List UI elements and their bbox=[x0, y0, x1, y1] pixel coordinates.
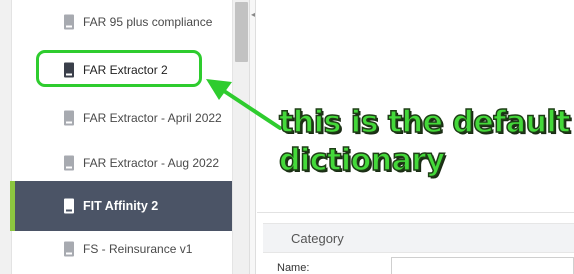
details-panel: Category Name: bbox=[257, 212, 574, 274]
scrollbar-thumb[interactable] bbox=[235, 2, 248, 62]
book-icon bbox=[64, 198, 74, 214]
book-icon bbox=[64, 155, 74, 171]
annotation-line-1: this is the default bbox=[278, 104, 571, 141]
dictionary-item-far-extractor-april[interactable]: FAR Extractor - April 2022 bbox=[12, 93, 232, 143]
book-icon bbox=[64, 110, 74, 126]
sidebar-edge bbox=[0, 0, 12, 274]
category-header[interactable]: Category bbox=[263, 223, 574, 253]
dictionary-item-label: FAR Extractor - April 2022 bbox=[83, 111, 222, 125]
dictionary-item-label: FAR Extractor 2 bbox=[83, 63, 168, 77]
category-label: Category bbox=[291, 231, 344, 246]
book-icon bbox=[64, 14, 74, 30]
collapse-arrow-icon[interactable]: ◂ bbox=[251, 10, 255, 20]
book-icon bbox=[64, 241, 74, 257]
name-input[interactable] bbox=[391, 257, 574, 274]
name-label: Name: bbox=[277, 262, 310, 274]
dictionary-item-far-95[interactable]: FAR 95 plus compliance bbox=[12, 0, 232, 47]
dictionary-item-label: FS - Reinsurance v1 bbox=[83, 242, 193, 256]
dictionary-item-far-extractor-2[interactable]: FAR Extractor 2 bbox=[12, 45, 232, 95]
sidebar-scrollbar[interactable] bbox=[232, 0, 249, 274]
dictionary-item-fs-reinsurance[interactable]: FS - Reinsurance v1 bbox=[12, 224, 232, 274]
annotation-line-2: dictionary bbox=[278, 142, 446, 179]
dictionary-sidebar: FAR 95 plus compliance FAR Extractor 2 F… bbox=[0, 0, 232, 274]
dictionary-item-label: FAR Extractor - Aug 2022 bbox=[83, 156, 220, 170]
dictionary-item-label: FIT Affinity 2 bbox=[83, 199, 159, 213]
book-icon bbox=[64, 62, 74, 78]
annotation-text: this is the default dictionary bbox=[278, 104, 571, 180]
pane-splitter[interactable]: ◂ bbox=[249, 0, 256, 274]
dictionary-item-label: FAR 95 plus compliance bbox=[83, 15, 213, 29]
